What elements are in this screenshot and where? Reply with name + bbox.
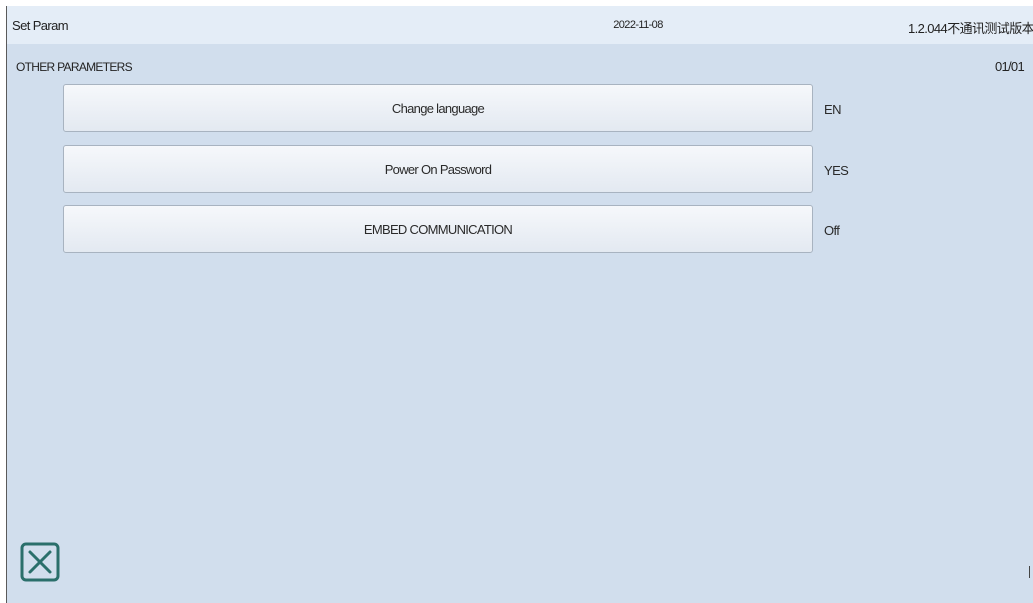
power-on-password-label: Power On Password [384,161,492,177]
section-header: OTHER PARAMETERS 01/01 [7,44,1033,84]
language-value: EN [824,102,841,117]
section-title: OTHER PARAMETERS [16,60,133,74]
close-button[interactable] [20,542,60,582]
version-label: 1.2.044不通讯测试版本 [908,21,1033,36]
title-bar: Set Param 2022-11-08 1.2.044不通讯测试版本 [7,6,1033,44]
set-param-screen: Set Param 2022-11-08 1.2.044不通讯测试版本 OTHE… [6,6,1033,603]
power-on-password-button[interactable]: Power On Password [63,145,813,193]
page-indicator: 01/01 [994,59,1025,74]
edge-mark [1029,566,1030,578]
change-language-label: Change language [391,100,485,116]
date-display: 2022-11-08 [613,19,663,31]
close-icon [20,542,60,582]
embed-communication-button[interactable]: EMBED COMMUNICATION [63,205,813,253]
change-language-button[interactable]: Change language [63,84,813,132]
embed-communication-value: Off [824,223,840,238]
power-on-password-value: YES [824,163,849,178]
embed-communication-label: EMBED COMMUNICATION [363,221,513,237]
window-title: Set Param [12,18,69,33]
